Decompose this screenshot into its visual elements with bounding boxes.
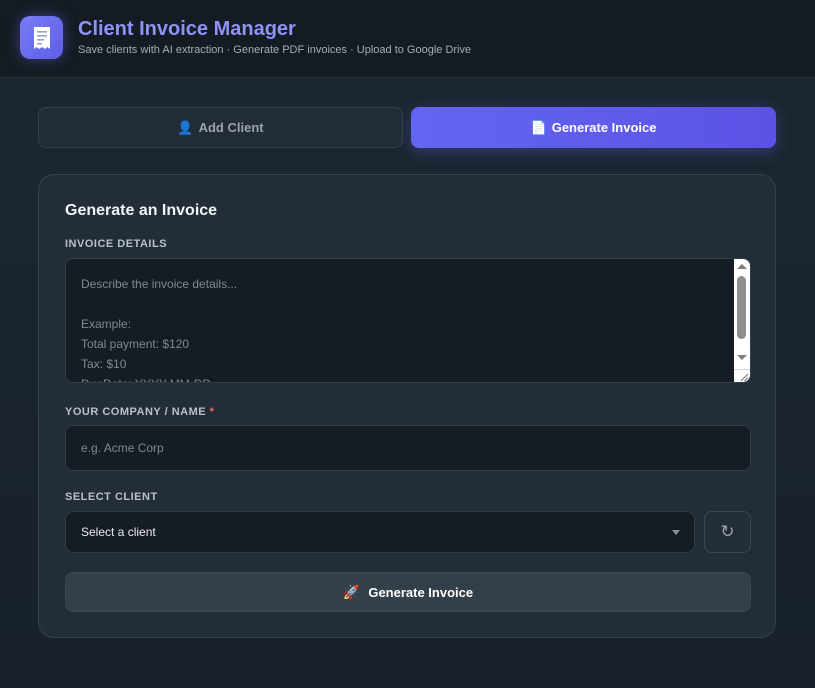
generate-invoice-button[interactable]: 🚀 Generate Invoice <box>65 572 751 612</box>
refresh-icon: ↻ <box>720 522 735 541</box>
company-label: YOUR COMPANY / NAME * <box>65 406 214 418</box>
company-name-placeholder: e.g. Acme Corp <box>81 441 164 455</box>
placeholder-line: Example: <box>81 317 132 331</box>
document-icon: 📄 <box>530 119 547 135</box>
resize-grip-icon[interactable] <box>734 369 750 382</box>
tab-generate-invoice[interactable]: 📄 Generate Invoice <box>411 107 776 148</box>
user-icon: 👤 <box>177 119 194 135</box>
app-title: Client Invoice Manager <box>78 18 296 40</box>
placeholder-line: Tax: $10 <box>81 357 127 371</box>
scroll-up-arrow-icon[interactable] <box>737 264 747 269</box>
placeholder-line: Describe the invoice details... <box>81 277 238 291</box>
tab-generate-invoice-label: Generate Invoice <box>551 120 657 135</box>
tab-add-client[interactable]: 👤 Add Client <box>38 107 403 148</box>
receipt-icon <box>20 16 63 59</box>
tab-add-client-label: Add Client <box>198 120 264 135</box>
placeholder-line <box>81 294 237 314</box>
scroll-down-arrow-icon[interactable] <box>737 355 747 360</box>
client-select[interactable]: Select a client <box>65 511 695 553</box>
refresh-clients-button[interactable]: ↻ <box>704 511 751 553</box>
invoice-details-placeholder: Describe the invoice details... Example:… <box>81 274 238 382</box>
placeholder-line: Total payment: $120 <box>81 337 190 351</box>
app-subtitle: Save clients with AI extraction · Genera… <box>78 44 472 56</box>
invoice-form-card: Generate an Invoice INVOICE DETAILS Desc… <box>38 174 776 638</box>
app-header: Client Invoice Manager Save clients with… <box>0 0 815 78</box>
select-client-label: SELECT CLIENT <box>65 491 158 503</box>
company-label-text: YOUR COMPANY / NAME <box>65 406 207 418</box>
chevron-down-icon <box>672 530 680 535</box>
generate-invoice-button-label: Generate Invoice <box>368 584 474 600</box>
invoice-details-textarea[interactable]: Describe the invoice details... Example:… <box>65 258 751 383</box>
company-name-input[interactable]: e.g. Acme Corp <box>65 425 751 471</box>
client-select-value: Select a client <box>81 525 156 539</box>
form-title: Generate an Invoice <box>65 202 218 219</box>
required-marker: * <box>209 406 215 418</box>
textarea-scrollbar[interactable] <box>734 259 750 382</box>
placeholder-line: DueDate: YYYY-MM-DD <box>81 374 237 382</box>
rocket-icon: 🚀 <box>342 583 361 600</box>
scrollbar-thumb[interactable] <box>737 276 746 339</box>
invoice-details-label: INVOICE DETAILS <box>65 238 168 250</box>
